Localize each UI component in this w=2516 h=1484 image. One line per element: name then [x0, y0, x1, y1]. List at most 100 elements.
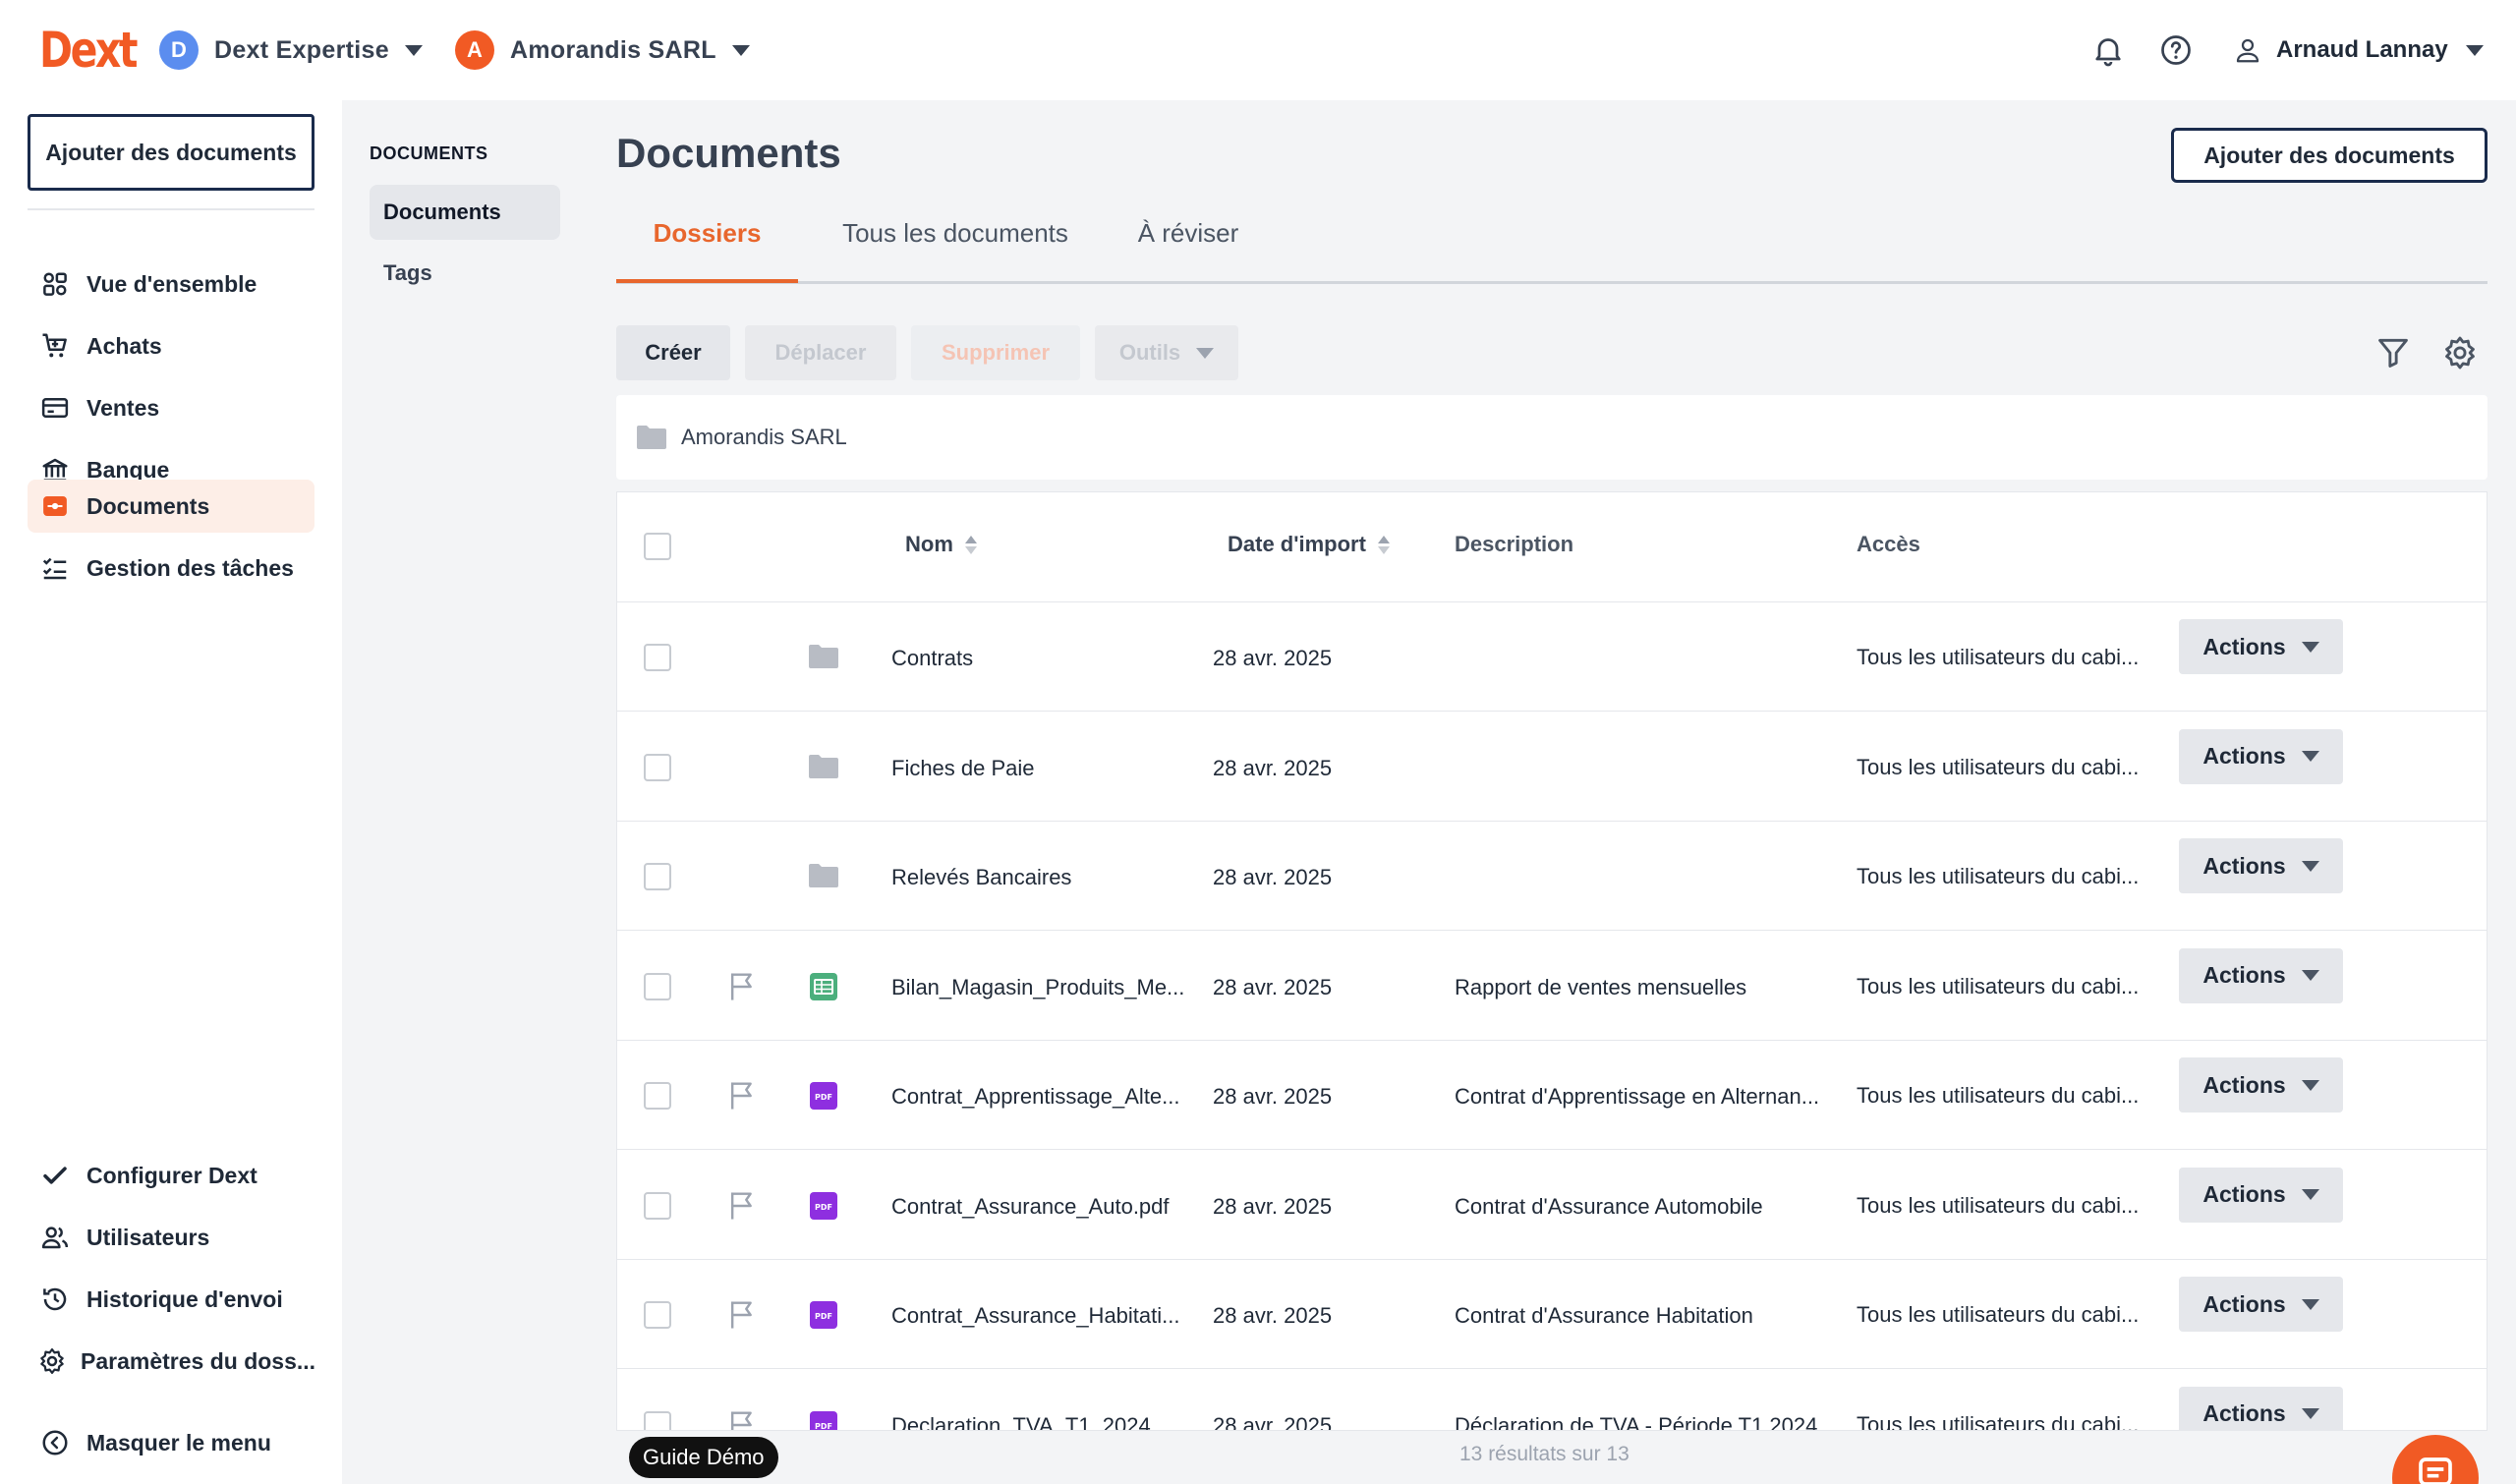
actions-label: Actions [2202, 743, 2286, 769]
row-name[interactable]: Contrat_Assurance_Auto.pdf [891, 1194, 1186, 1220]
sidebar-item-folder-settings[interactable]: Paramètres du doss... [28, 1335, 315, 1388]
row-description: Rapport de ventes mensuelles [1455, 974, 1747, 999]
top-bar: Dext D Dext Expertise A Amorandis SARL A… [0, 0, 2516, 100]
add-documents-button[interactable]: Ajouter des documents [28, 114, 314, 191]
table-row[interactable]: PDF Contrat_Assurance_Habitati... 28 avr. … [617, 1260, 2487, 1369]
svg-text:PDF: PDF [815, 1312, 832, 1321]
row-name[interactable]: Contrat_Apprentissage_Alte... [891, 1084, 1186, 1110]
chevron-down-icon [2301, 970, 2319, 981]
table-row[interactable]: PDF Declaration_TVA_T1_2024.p... 28 avr. 2… [617, 1370, 2487, 1431]
pdf-icon: PDF [810, 1082, 837, 1114]
column-name[interactable]: Nom [905, 532, 977, 557]
actions-dropdown[interactable]: Actions [2179, 728, 2343, 784]
row-checkbox[interactable] [644, 1410, 671, 1430]
row-name[interactable]: Relevés Bancaires [891, 865, 1186, 890]
actions-label: Actions [2202, 633, 2286, 659]
guide-demo-button[interactable]: Guide Démo [629, 1437, 778, 1478]
user-name: Arnaud Lannay [2276, 36, 2448, 63]
flag-icon[interactable] [727, 1080, 757, 1112]
client-avatar: A [455, 30, 494, 70]
table-row[interactable]: Fiches de Paie 28 avr. 2025 Tous les utili… [617, 713, 2487, 822]
sidebar-item-purchases[interactable]: Achats [28, 319, 314, 372]
delete-button[interactable]: Supprimer [911, 325, 1080, 380]
table-row[interactable]: Bilan_Magasin_Produits_Me... 28 avr. 2025… [617, 932, 2487, 1041]
chevron-down-icon [2301, 1298, 2319, 1310]
row-checkbox[interactable] [644, 972, 671, 1000]
tab-to-review[interactable]: À réviser [1118, 218, 1258, 283]
row-checkbox[interactable] [644, 1191, 671, 1220]
filter-icon[interactable] [2374, 334, 2412, 371]
move-button[interactable]: Déplacer [745, 325, 896, 380]
sidebar-item-documents[interactable]: Documents [28, 480, 314, 533]
sidebar-item-history[interactable]: Historique d'envoi [28, 1273, 314, 1326]
flag-icon[interactable] [727, 971, 757, 1002]
sidebar-item-configure[interactable]: Configurer Dext [28, 1149, 314, 1202]
bell-icon[interactable] [2090, 32, 2126, 68]
sidebar-item-users[interactable]: Utilisateurs [28, 1211, 314, 1264]
tab-folders[interactable]: Dossiers [616, 218, 798, 283]
tab-all-documents[interactable]: Tous les documents [824, 218, 1087, 283]
select-all-checkbox[interactable] [644, 533, 671, 560]
row-checkbox[interactable] [644, 753, 671, 781]
user-menu[interactable]: Arnaud Lannay [2233, 31, 2484, 69]
sidebar-item-overview[interactable]: Vue d'ensemble [28, 257, 314, 311]
actions-dropdown[interactable]: Actions [2179, 1277, 2343, 1332]
actions-dropdown[interactable]: Actions [2179, 1057, 2343, 1113]
results-count-label: 13 résultats sur 13 [1459, 1443, 1630, 1465]
hide-menu-label: Masquer le menu [86, 1429, 271, 1455]
sidebar-item-tasks[interactable]: Gestion des tâches [28, 542, 314, 595]
chevron-down-icon [404, 44, 423, 56]
subnav-item-tags[interactable]: Tags [370, 246, 560, 301]
flag-icon[interactable] [727, 1409, 757, 1430]
row-name[interactable]: Contrat_Assurance_Habitati... [891, 1303, 1186, 1329]
row-checkbox[interactable] [644, 863, 671, 890]
table-row[interactable]: Contrats 28 avr. 2025 Tous les utilisateur… [617, 602, 2487, 712]
documents-subnav: DOCUMENTS Documents Tags [342, 100, 588, 1484]
tools-dropdown[interactable]: Outils [1095, 325, 1238, 380]
row-date: 28 avr. 2025 [1213, 974, 1333, 999]
table-row[interactable]: Relevés Bancaires 28 avr. 2025 Tous les ut… [617, 822, 2487, 931]
page-title: Documents [616, 130, 841, 176]
gear-icon[interactable] [2441, 334, 2479, 371]
table-row[interactable]: PDF Contrat_Apprentissage_Alte... 28 avr. … [617, 1041, 2487, 1150]
pdf-icon: PDF [810, 1301, 837, 1334]
sort-icon [1377, 535, 1390, 554]
flag-icon[interactable] [727, 1299, 757, 1331]
row-checkbox[interactable] [644, 644, 671, 671]
dext-logo[interactable]: Dext [39, 22, 139, 79]
actions-dropdown[interactable]: Actions [2179, 619, 2343, 674]
hide-menu-button[interactable]: Masquer le menu [28, 1416, 314, 1469]
row-name[interactable]: Bilan_Magasin_Produits_Me... [891, 975, 1186, 1000]
row-name[interactable]: Declaration_TVA_T1_2024.p... [891, 1413, 1186, 1431]
svg-text:PDF: PDF [815, 1093, 832, 1102]
subnav-item-documents[interactable]: Documents [370, 185, 560, 240]
client-name: Amorandis SARL [510, 35, 716, 64]
row-checkbox[interactable] [644, 1082, 671, 1110]
actions-dropdown[interactable]: Actions [2179, 1386, 2343, 1430]
main-content: Documents Ajouter des documents Dossiers… [588, 100, 2516, 1484]
row-name[interactable]: Fiches de Paie [891, 756, 1186, 781]
actions-dropdown[interactable]: Actions [2179, 838, 2343, 893]
help-icon[interactable] [2158, 32, 2194, 68]
breadcrumb-item[interactable]: Amorandis SARL [681, 425, 847, 450]
sidebar-item-label: Configurer Dext [86, 1162, 257, 1188]
row-name[interactable]: Contrats [891, 646, 1186, 671]
org-switcher-expertise[interactable]: D Dext Expertise [159, 29, 423, 71]
sidebar-item-label: Historique d'envoi [86, 1285, 283, 1312]
add-documents-button[interactable]: Ajouter des documents [2171, 128, 2487, 183]
client-switcher[interactable]: A Amorandis SARL [455, 29, 750, 71]
flag-icon[interactable] [727, 1190, 757, 1222]
row-access: Tous les utilisateurs du cabi... [1857, 1302, 2140, 1327]
create-button[interactable]: Créer [616, 325, 730, 380]
org-avatar: D [159, 30, 199, 70]
row-access: Tous les utilisateurs du cabi... [1857, 864, 2140, 888]
folder-icon [808, 754, 839, 784]
actions-dropdown[interactable]: Actions [2179, 947, 2343, 1003]
sidebar-item-sales[interactable]: Ventes [28, 381, 314, 434]
row-checkbox[interactable] [644, 1301, 671, 1329]
chevron-down-icon [2301, 751, 2319, 762]
chevron-down-icon [2301, 1079, 2319, 1091]
table-row[interactable]: PDF Contrat_Assurance_Auto.pdf 28 avr. 202… [617, 1151, 2487, 1260]
column-date[interactable]: Date d'import [1228, 532, 1390, 557]
actions-dropdown[interactable]: Actions [2179, 1167, 2343, 1223]
